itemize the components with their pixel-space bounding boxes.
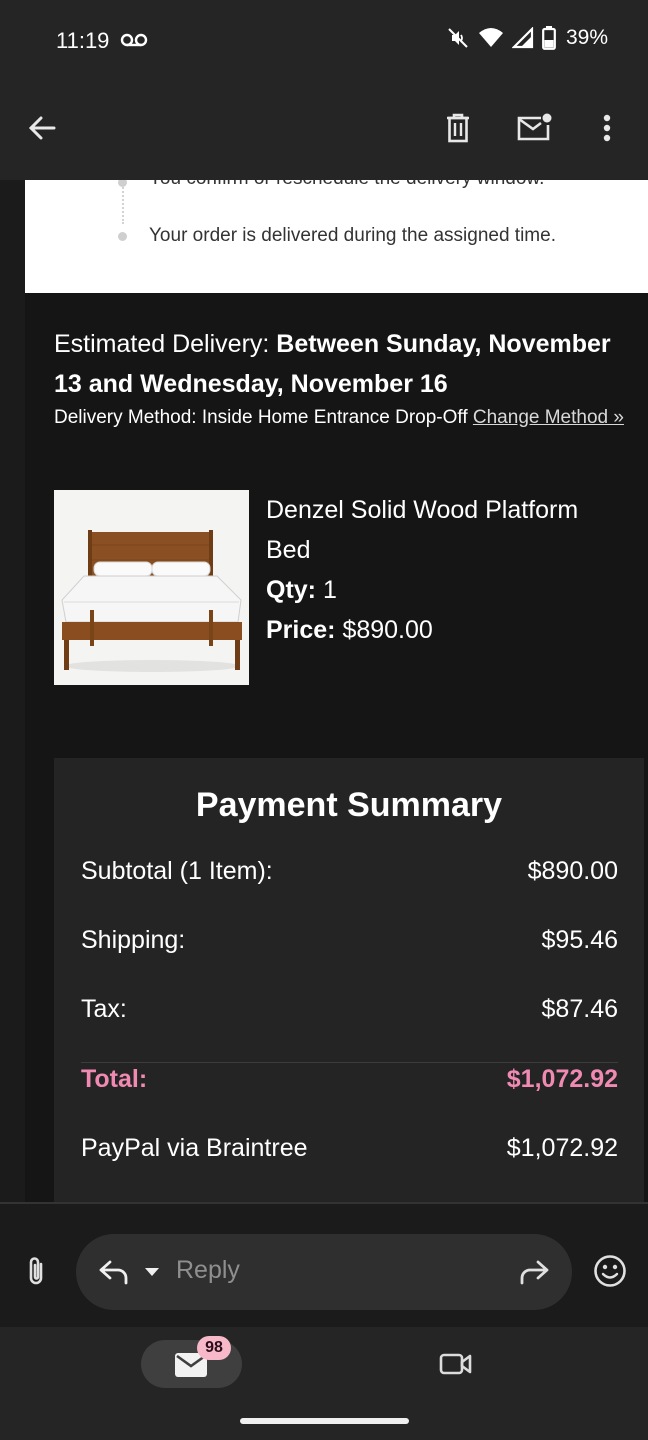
delivery-method: Delivery Method: Inside Home Entrance Dr… [54,402,644,434]
forward-icon[interactable] [518,1258,550,1286]
payment-row-method: PayPal via Braintree $1,072.92 [81,1134,618,1162]
email-margin [0,180,25,1202]
payment-summary-card: Payment Summary Subtotal (1 Item): $890.… [54,758,644,1202]
mark-unread-icon [517,113,552,141]
emoji-button[interactable] [586,1247,634,1295]
attachment-icon [29,1257,43,1285]
nav-meet-tab[interactable] [432,1340,480,1388]
chevron-down-icon[interactable] [144,1267,160,1277]
email-app-bar [0,80,648,180]
product-image[interactable] [54,490,249,685]
timeline-dot [118,180,127,187]
mute-icon [448,28,468,48]
back-arrow-icon [28,116,56,140]
wifi-icon [478,28,503,47]
home-indicator[interactable] [240,1418,409,1424]
battery-percent: 39% [565,26,608,49]
delivery-step: Your order is delivered during the assig… [149,225,556,246]
payment-row-tax: Tax: $87.46 [81,995,618,1023]
voicemail-icon [120,33,148,47]
delete-button[interactable] [434,104,482,152]
video-camera-icon [439,1353,472,1375]
change-method-link[interactable]: Change Method » [473,407,624,428]
product-name[interactable]: Denzel Solid Wood Platform Bed [266,490,626,570]
mark-unread-button[interactable] [510,104,558,152]
emoji-icon [594,1255,626,1287]
payment-summary-title: Payment Summary [195,786,503,824]
bottom-navigation: 98 [0,1327,648,1440]
more-options-button[interactable] [583,104,631,152]
estimated-delivery: Estimated Delivery: Between Sunday, Nove… [54,324,639,404]
reply-bar: Reply [0,1202,648,1327]
payment-row-shipping: Shipping: $95.46 [81,926,618,954]
status-icons: 39% [446,26,608,50]
unread-count-badge: 98 [197,1336,231,1360]
delivery-steps-card: You confirm or reschedule the delivery w… [25,180,648,293]
delivery-step: You confirm or reschedule the delivery w… [149,180,544,190]
reply-placeholder[interactable]: Reply [176,1256,240,1285]
delete-icon [447,113,469,143]
more-vert-icon [603,114,611,142]
reply-field[interactable]: Reply [76,1234,572,1310]
product-price: Price: $890.00 [266,616,433,644]
delivery-method-label: Delivery Method: Inside Home Entrance Dr… [54,407,473,428]
attach-button[interactable] [12,1247,60,1295]
product-details: Denzel Solid Wood Platform Bed Qty: 1 Pr… [266,490,626,650]
reply-icon[interactable] [98,1258,130,1286]
product-qty: Qty: 1 [266,576,337,604]
battery-icon [542,26,556,50]
payment-divider [81,1062,618,1063]
status-time: 11:19 [56,28,110,53]
status-bar: 11:19 39% [0,0,648,80]
payment-row-subtotal: Subtotal (1 Item): $890.00 [81,857,618,885]
timeline-dot [118,232,127,241]
email-body[interactable]: You confirm or reschedule the delivery w… [0,180,648,1202]
back-button[interactable] [18,104,66,152]
bed-illustration [54,490,249,685]
signal-icon [511,27,534,49]
estimated-delivery-label: Estimated Delivery: [54,330,277,358]
payment-row-total: Total: $1,072.92 [81,1065,618,1093]
